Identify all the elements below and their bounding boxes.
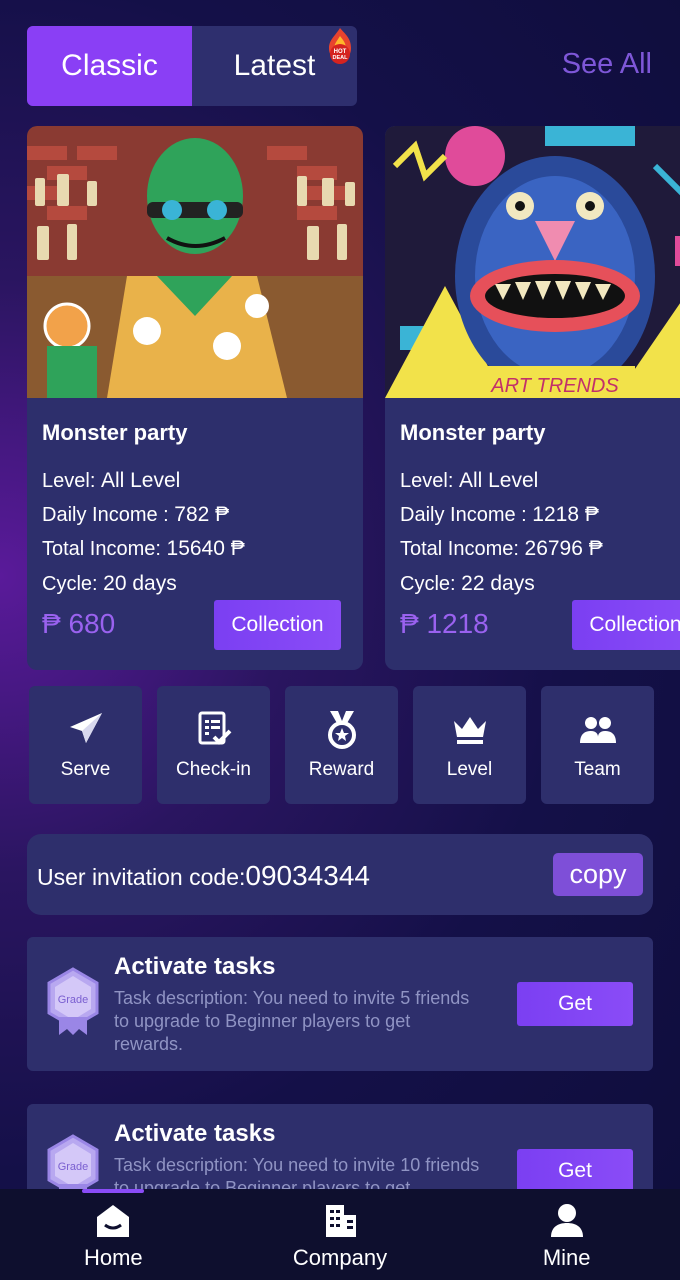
grade-badge-icon: Grade	[47, 967, 99, 1035]
level-label: Level:	[42, 470, 96, 492]
checklist-icon	[198, 711, 231, 745]
nav-label: Home	[83, 1245, 143, 1270]
product-price: ₱ 680	[42, 608, 116, 639]
daily-income-value: 1218 ₱	[532, 503, 599, 526]
get-button[interactable]: Get	[517, 1149, 633, 1193]
collection-button[interactable]: Collection	[214, 600, 341, 650]
crown-icon	[453, 717, 486, 744]
action-serve[interactable]: Serve	[29, 686, 142, 804]
cycle-label: Cycle:	[42, 573, 98, 595]
nav-label: Mine	[542, 1245, 591, 1270]
active-indicator	[82, 1189, 145, 1193]
action-label: Level	[446, 759, 493, 780]
daily-income-row: Daily Income : 782 ₱	[42, 503, 229, 527]
invitation-label: User invitation code:	[37, 864, 246, 890]
bottom-nav: Home Company Mine	[0, 1189, 680, 1280]
action-level[interactable]: Level	[413, 686, 526, 804]
total-income-label: Total Income:	[42, 538, 161, 560]
action-team[interactable]: Team	[541, 686, 654, 804]
product-title: Monster party	[42, 420, 188, 445]
badge-text: Grade	[58, 1161, 89, 1173]
building-icon	[326, 1205, 356, 1237]
action-label: Check-in	[176, 759, 251, 780]
team-icon	[579, 717, 616, 743]
action-label: Reward	[308, 759, 375, 780]
medal-icon	[327, 711, 356, 749]
quick-actions: Serve Check-in Reward Level Team	[29, 686, 654, 804]
hot-deal-icon: HOT DEAL	[329, 28, 351, 64]
user-icon	[550, 1204, 583, 1237]
action-reward[interactable]: Reward	[285, 686, 398, 804]
product-card[interactable]: Monster party Level: All Level Daily Inc…	[27, 126, 363, 670]
action-check-in[interactable]: Check-in	[157, 686, 270, 804]
daily-income-label: Daily Income :	[400, 504, 527, 526]
level-value: All Level	[458, 469, 539, 492]
task-card: Grade Activate tasks Task description: Y…	[27, 937, 653, 1071]
tab-latest-label: Latest	[233, 49, 316, 82]
level-row: Level: All Level	[42, 469, 180, 493]
task-title: Activate tasks	[114, 1120, 276, 1147]
total-income-row: Total Income: 15640 ₱	[42, 537, 245, 561]
get-button[interactable]: Get	[517, 982, 633, 1026]
see-all-link[interactable]: See All	[562, 48, 652, 81]
tab-classic[interactable]: Classic	[27, 26, 192, 106]
badge-text: Grade	[58, 994, 89, 1006]
monster-art-image: ART TRENDS	[385, 126, 680, 398]
level-value: All Level	[100, 469, 181, 492]
level-label: Level:	[400, 470, 454, 492]
total-income-row: Total Income: 26796 ₱	[400, 537, 603, 561]
cycle-value: 22 days	[461, 572, 535, 595]
action-label: Team	[574, 759, 621, 780]
nav-mine[interactable]: Mine	[453, 1189, 680, 1280]
tab-latest[interactable]: Latest HOT DEAL	[192, 26, 357, 106]
product-title: Monster party	[400, 420, 546, 445]
cycle-row: Cycle: 22 days	[400, 572, 535, 596]
total-income-label: Total Income:	[400, 538, 519, 560]
cycle-label: Cycle:	[400, 573, 456, 595]
cycle-value: 20 days	[103, 572, 177, 595]
monster-bar-image	[27, 126, 363, 398]
svg-text:ART TRENDS: ART TRENDS	[490, 375, 619, 397]
collection-button[interactable]: Collection	[572, 600, 680, 650]
product-card[interactable]: ART TRENDS Monster party Level: All Leve…	[385, 126, 680, 670]
action-label: Serve	[60, 759, 111, 780]
total-income-value: 15640 ₱	[166, 537, 245, 560]
nav-home[interactable]: Home	[0, 1189, 227, 1280]
home-icon	[97, 1205, 130, 1237]
daily-income-row: Daily Income : 1218 ₱	[400, 503, 599, 527]
product-carousel[interactable]: Monster party Level: All Level Daily Inc…	[27, 126, 680, 671]
svg-text:DEAL: DEAL	[333, 55, 349, 61]
category-tabs: Classic Latest HOT DEAL	[27, 26, 357, 106]
copy-button[interactable]: copy	[553, 853, 643, 896]
task-title: Activate tasks	[114, 953, 276, 980]
nav-company[interactable]: Company	[227, 1189, 454, 1280]
cycle-row: Cycle: 20 days	[42, 572, 177, 596]
task-description: Task description: You need to invite 5 f…	[114, 988, 470, 1054]
invitation-code: 09034344	[245, 860, 370, 891]
nav-label: Company	[292, 1245, 388, 1270]
invitation-code-card: User invitation code:09034344 copy	[27, 834, 653, 915]
product-price: ₱ 1218	[400, 608, 489, 639]
level-row: Level: All Level	[400, 469, 538, 493]
paper-plane-icon	[69, 713, 102, 743]
daily-income-value: 782 ₱	[174, 503, 230, 526]
invitation-row: User invitation code:09034344	[37, 860, 370, 892]
daily-income-label: Daily Income :	[42, 504, 169, 526]
total-income-value: 26796 ₱	[524, 537, 603, 560]
